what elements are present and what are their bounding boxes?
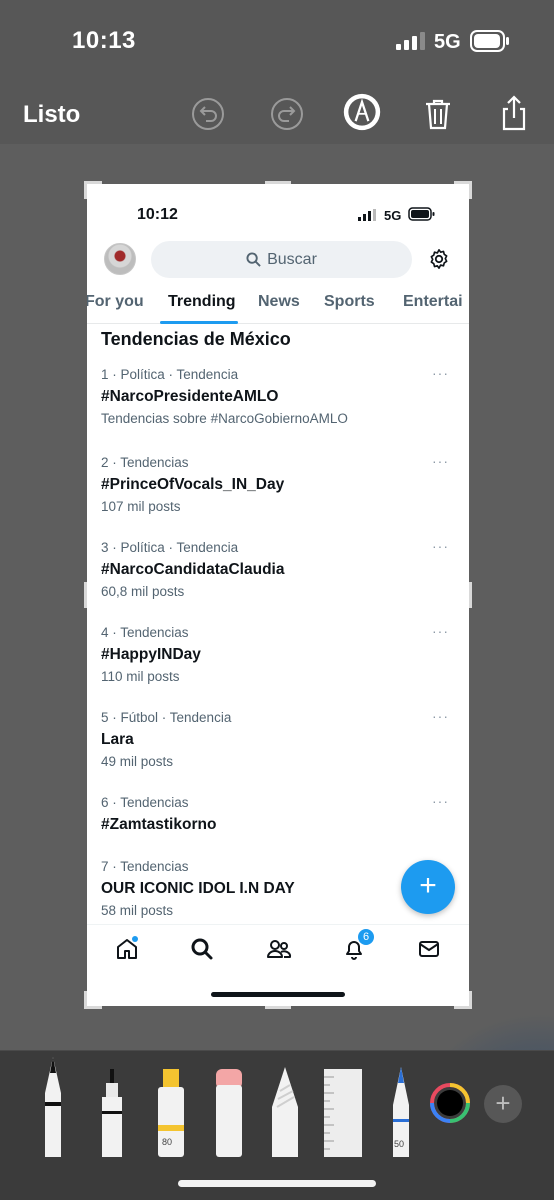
inner-status-time: 10:12 xyxy=(137,206,178,223)
search-icon[interactable] xyxy=(190,937,214,961)
eraser-tool-icon[interactable] xyxy=(212,1069,246,1157)
share-icon[interactable] xyxy=(494,94,534,134)
trend-item[interactable]: 6 · Tendencias #Zamtastikorno ··· xyxy=(101,793,455,836)
markup-pen-icon[interactable] xyxy=(342,92,382,132)
network-type: 5G xyxy=(434,31,461,53)
inner-status-bar: 10:12 5G xyxy=(87,184,469,236)
trend-meta: 4 · Tendencias xyxy=(101,625,189,640)
trend-subtitle: Tendencias sobre #NarcoGobiernoAMLO xyxy=(101,411,348,426)
messages-icon[interactable] xyxy=(417,937,441,961)
status-time: 10:13 xyxy=(72,27,136,54)
tab-trending[interactable]: Trending xyxy=(168,293,236,311)
trend-name: #HappyINDay xyxy=(101,646,201,663)
trend-name: Lara xyxy=(101,731,134,748)
pen-tool-icon[interactable] xyxy=(38,1057,68,1157)
more-options-icon[interactable]: ··· xyxy=(432,538,449,554)
trend-meta: 1 · Política · Tendencia xyxy=(101,367,239,382)
markup-header: 10:13 5G Listo xyxy=(0,0,554,144)
trend-item[interactable]: 4 · Tendencias #HappyINDay 110 mil posts… xyxy=(101,623,455,687)
inner-home-indicator xyxy=(211,992,345,997)
markup-toolbar: Listo xyxy=(0,84,554,144)
bottom-navigation: 6 xyxy=(87,924,469,974)
more-options-icon[interactable]: ··· xyxy=(432,623,449,639)
more-options-icon[interactable]: ··· xyxy=(432,708,449,724)
trend-name: #PrinceOfVocals_IN_Day xyxy=(101,476,285,493)
trend-item[interactable]: 2 · Tendencias #PrinceOfVocals_IN_Day 10… xyxy=(101,453,455,517)
trend-subtitle: 110 mil posts xyxy=(101,669,180,684)
done-button[interactable]: Listo xyxy=(23,101,80,129)
redo-icon[interactable] xyxy=(267,94,307,134)
search-icon xyxy=(246,252,261,267)
more-options-icon[interactable]: ··· xyxy=(432,365,449,381)
search-bar[interactable]: Buscar xyxy=(151,241,412,278)
add-tool-button[interactable]: + xyxy=(484,1085,522,1123)
compose-post-button[interactable]: + xyxy=(401,860,455,914)
tab-news[interactable]: News xyxy=(258,293,300,311)
explore-tabs: For you Trending News Sports Entertai xyxy=(87,284,469,324)
tab-entertainment[interactable]: Entertai xyxy=(403,293,463,311)
screenshot-preview: 10:12 5G Buscar For you Trending News Sp… xyxy=(87,184,469,1006)
ruler-tool-icon[interactable] xyxy=(322,1069,364,1157)
settings-gear-icon[interactable] xyxy=(428,248,450,270)
tab-sports[interactable]: Sports xyxy=(324,293,375,311)
trend-subtitle: 58 mil posts xyxy=(101,903,174,918)
trend-subtitle: 107 mil posts xyxy=(101,499,181,514)
trend-meta: 7 · Tendencias xyxy=(101,859,189,874)
device-status-bar: 10:13 5G xyxy=(0,0,554,84)
profile-avatar[interactable] xyxy=(104,243,136,275)
marker-size-label: 50 xyxy=(394,1139,405,1149)
trend-meta: 2 · Tendencias xyxy=(101,455,189,470)
lasso-tool-icon[interactable] xyxy=(268,1067,302,1157)
search-placeholder: Buscar xyxy=(267,250,317,268)
trend-meta: 5 · Fútbol · Tendencia xyxy=(101,710,232,725)
fineliner-tool-icon[interactable] xyxy=(97,1069,127,1157)
highlighter-size-label: 80 xyxy=(162,1137,173,1147)
undo-icon[interactable] xyxy=(188,94,228,134)
inner-battery-icon xyxy=(408,207,435,221)
active-tab-indicator xyxy=(160,321,238,324)
home-indicator xyxy=(178,1180,376,1187)
inner-network-type: 5G xyxy=(384,208,402,223)
trend-name: #Zamtastikorno xyxy=(101,816,217,833)
tab-for-you[interactable]: For you xyxy=(87,293,144,311)
section-title: Tendencias de México xyxy=(101,329,291,349)
cellular-signal-icon xyxy=(396,32,425,50)
more-options-icon[interactable]: ··· xyxy=(432,793,449,809)
home-unread-dot xyxy=(132,936,138,942)
markup-tools-tray: 80 50 + xyxy=(0,1050,554,1200)
communities-icon[interactable] xyxy=(266,937,292,961)
trend-name: #NarcoPresidenteAMLO xyxy=(101,388,279,405)
notifications-badge: 6 xyxy=(358,929,374,945)
battery-icon xyxy=(470,30,509,52)
color-picker-icon[interactable] xyxy=(430,1083,470,1123)
trend-item[interactable]: 5 · Fútbol · Tendencia Lara 49 mil posts… xyxy=(101,708,455,772)
trend-subtitle: 49 mil posts xyxy=(101,754,174,769)
trend-meta: 3 · Política · Tendencia xyxy=(101,540,239,555)
inner-signal-icon xyxy=(358,209,376,221)
trend-item[interactable]: 1 · Política · Tendencia #NarcoPresident… xyxy=(101,365,455,429)
trend-subtitle: 60,8 mil posts xyxy=(101,584,185,599)
trend-name: #NarcoCandidataClaudia xyxy=(101,561,285,578)
more-options-icon[interactable]: ··· xyxy=(432,453,449,469)
trash-icon[interactable] xyxy=(418,94,458,134)
trend-meta: 6 · Tendencias xyxy=(101,795,189,810)
trend-item[interactable]: 3 · Política · Tendencia #NarcoCandidata… xyxy=(101,538,455,602)
